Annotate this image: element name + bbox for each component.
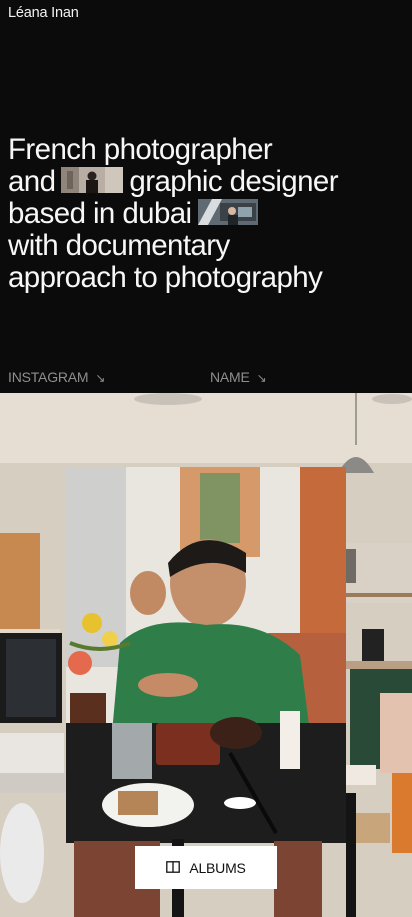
hero-line-4: with documentary <box>8 229 230 262</box>
hero-line-1: French photographer <box>8 133 273 166</box>
book-open-icon <box>166 860 181 876</box>
instagram-link[interactable]: INSTAGRAM ↘ <box>8 369 105 385</box>
hero-line-5: approach to photography <box>8 261 323 294</box>
albums-button-label: ALBUMS <box>189 859 246 876</box>
car-thumbnail <box>197 199 258 226</box>
portrait-thumbnail <box>61 167 124 194</box>
name-link[interactable]: NAME ↘ <box>210 369 267 385</box>
hero-line-2a: and <box>8 165 56 198</box>
hero-line-3: based in dubai <box>8 198 408 230</box>
hero-line-2: and graphic designer <box>8 166 408 198</box>
arrow-down-right-icon: ↘ <box>95 371 106 385</box>
hero-line-2b: graphic designer <box>129 165 338 198</box>
featured-photo <box>0 393 412 917</box>
hero-line-3-text: based in dubai <box>8 197 192 230</box>
brand-logo[interactable]: Léana Inan <box>8 5 79 21</box>
instagram-link-label: INSTAGRAM <box>8 369 89 385</box>
name-link-label: NAME <box>210 369 250 385</box>
albums-button[interactable]: ALBUMS <box>135 846 277 889</box>
hero-heading: French photographer and graphic designer… <box>8 134 408 294</box>
social-links: INSTAGRAM ↘ NAME ↘ <box>8 369 412 387</box>
arrow-down-right-icon: ↘ <box>256 371 267 385</box>
